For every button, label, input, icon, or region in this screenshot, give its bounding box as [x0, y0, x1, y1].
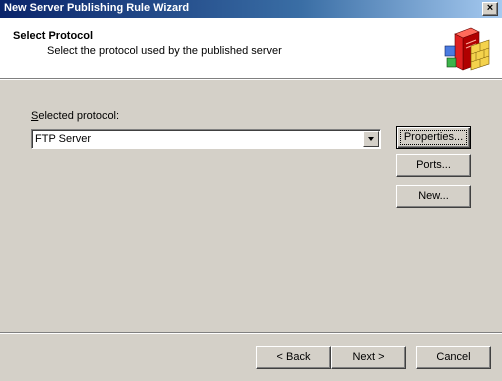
protocol-label-text: elected protocol:	[38, 110, 120, 122]
wizard-header: Select Protocol Select the protocol used…	[0, 18, 502, 78]
cancel-button[interactable]: Cancel	[416, 346, 491, 369]
protocol-label: Selected protocol:	[31, 110, 119, 122]
page-title: Select Protocol	[13, 30, 94, 42]
ports-button[interactable]: Ports...	[396, 154, 471, 177]
cancel-button-label: Cancel	[436, 351, 471, 363]
dropdown-arrow-button[interactable]	[363, 131, 379, 147]
back-button-label: < Back	[276, 351, 311, 363]
close-button[interactable]: ×	[482, 2, 498, 16]
chevron-down-icon	[368, 137, 374, 141]
protocol-dropdown-value: FTP Server	[35, 133, 92, 145]
back-button[interactable]: < Back	[256, 346, 331, 369]
properties-button-label: Properties...	[403, 131, 464, 143]
close-icon: ×	[486, 2, 494, 14]
page-subtitle: Select the protocol used by the publishe…	[47, 45, 282, 57]
server-firewall-icon	[444, 27, 490, 71]
title-bar[interactable]: New Server Publishing Rule Wizard ×	[0, 0, 502, 18]
properties-button[interactable]: Properties...	[396, 126, 471, 149]
header-divider	[0, 78, 502, 80]
new-button-label: New...	[418, 190, 449, 202]
ports-button-label: Ports...	[416, 159, 451, 171]
protocol-dropdown[interactable]: FTP Server	[31, 129, 381, 149]
new-button[interactable]: New...	[396, 185, 471, 208]
window-title: New Server Publishing Rule Wizard	[4, 2, 190, 14]
wizard-window: New Server Publishing Rule Wizard × Sele…	[0, 0, 502, 381]
footer-divider	[0, 332, 502, 334]
next-button-label: Next >	[352, 351, 385, 363]
next-button[interactable]: Next >	[331, 346, 406, 369]
